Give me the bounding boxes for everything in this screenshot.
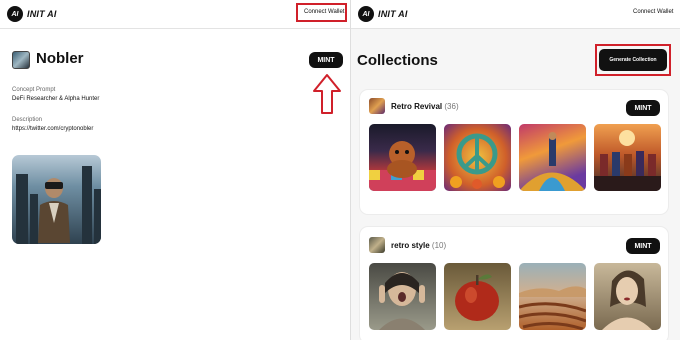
profile-image: [12, 155, 101, 244]
collection-thumbnail[interactable]: [444, 124, 511, 191]
concept-prompt-value: DeFi Researcher & Alpha Hunter: [12, 96, 100, 102]
highlight-box: [595, 44, 671, 76]
mint-button[interactable]: MINT: [309, 52, 343, 68]
collection-card[interactable]: Retro Revival (36) MINT: [359, 89, 669, 215]
collection-count: (10): [431, 241, 447, 250]
profile-name: Nobler: [36, 50, 84, 67]
collections-pane: AI INIT AI Connect Wallet Collections Ge…: [350, 0, 680, 340]
mint-button[interactable]: MINT: [626, 100, 660, 116]
collection-thumbnail[interactable]: [594, 263, 661, 330]
collection-name: retro style: [391, 241, 430, 250]
collection-card[interactable]: retro style (10) MINT: [359, 226, 669, 340]
collection-count: (36): [444, 102, 459, 111]
collection-thumbnail[interactable]: [519, 124, 586, 191]
collection-icon: [369, 237, 385, 253]
collection-name: Retro Revival: [391, 102, 443, 111]
logo-text: INIT AI: [27, 9, 57, 19]
page-title: Collections: [357, 52, 438, 69]
logo[interactable]: AI INIT AI: [358, 6, 408, 22]
avatar: [12, 51, 30, 69]
mint-button[interactable]: MINT: [626, 238, 660, 254]
profile-pane: AI INIT AI Connect Wallet Nobler MINT Co…: [0, 0, 350, 340]
collection-thumbnail[interactable]: [519, 263, 586, 330]
description-label: Description: [12, 117, 43, 123]
arrow-up-icon: [313, 74, 341, 114]
connect-wallet-button[interactable]: Connect Wallet: [633, 9, 673, 15]
logo-text: INIT AI: [378, 9, 408, 19]
collection-thumbnail[interactable]: [369, 263, 436, 330]
description-value[interactable]: https://twitter.com/cryptonobler: [12, 126, 93, 132]
concept-prompt-label: Concept Prompt: [12, 87, 56, 93]
collection-thumbnail[interactable]: [444, 263, 511, 330]
collection-title: Retro Revival (36): [391, 102, 459, 111]
top-bar: AI INIT AI Connect Wallet: [351, 0, 680, 29]
highlight-box: [296, 3, 347, 22]
collection-icon: [369, 98, 385, 114]
logo-mark-icon: AI: [358, 6, 374, 22]
logo-mark-icon: AI: [7, 6, 23, 22]
logo[interactable]: AI INIT AI: [7, 6, 57, 22]
collection-thumbnail[interactable]: [594, 124, 661, 191]
collection-thumbnail[interactable]: [369, 124, 436, 191]
collection-title: retro style (10): [391, 241, 446, 250]
